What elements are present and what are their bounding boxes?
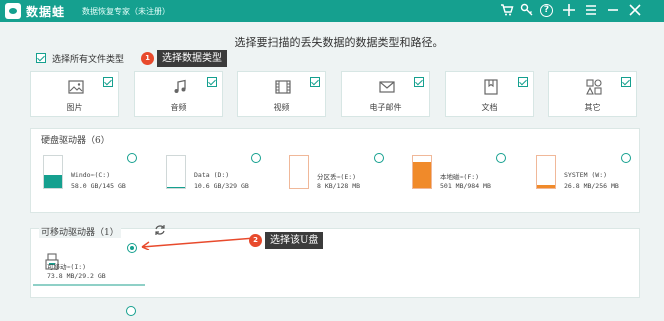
drive-size: 8 KB/128 MB [317, 182, 361, 190]
help-icon[interactable]: ? [540, 4, 553, 17]
drive-c[interactable]: Windo⋯(C:) 58.0 GB/145 GB [43, 155, 153, 201]
file-type-checkbox[interactable] [310, 77, 320, 87]
hard-drive-section: 硬盘驱动器（6） Windo⋯(C:) 58.0 GB/145 GB Data … [30, 128, 640, 213]
drive-icon [289, 155, 309, 189]
drive-e[interactable]: 分区丢⋯(E:) 8 KB/128 MB [289, 155, 399, 201]
key-icon[interactable] [519, 3, 535, 19]
file-type-checkbox[interactable] [207, 77, 217, 87]
file-type-label: 电子邮件 [369, 103, 402, 112]
drive-f[interactable]: 本地磁⋯(F:) 501 MB/984 MB [412, 155, 522, 201]
drive-radio[interactable] [621, 153, 631, 163]
drive-w[interactable]: SYSTEM (W:) 26.8 MB/256 MB [536, 155, 646, 201]
drive-radio[interactable] [496, 153, 506, 163]
minimize-icon[interactable] [605, 3, 621, 19]
callout-arrow [141, 237, 256, 250]
callout-select-usb: 选择该U盘 [265, 232, 324, 249]
drive-name: 分区丢⋯(E:) [317, 173, 357, 181]
removable-drive-section: 可移动驱动器（1） 可移动⋯(I:) 73.8 MB/29.2 GB [30, 225, 640, 299]
callout-badge-2: 2 [249, 234, 262, 247]
drive-icon [412, 155, 432, 189]
drive-name: Data (D:) [194, 171, 230, 179]
file-type-video[interactable]: 视频 [237, 71, 326, 117]
plus-icon[interactable] [561, 3, 577, 19]
frog-logo-icon [5, 3, 21, 19]
close-icon[interactable] [627, 3, 643, 19]
file-type-other[interactable]: 其它 [548, 71, 637, 117]
document-icon [484, 79, 498, 95]
file-type-label: 图片 [66, 103, 83, 112]
file-type-audio[interactable]: 音频 [134, 71, 223, 117]
drive-radio[interactable] [251, 153, 261, 163]
file-type-email[interactable]: 电子邮件 [341, 71, 430, 117]
select-all-check-icon[interactable] [36, 53, 46, 63]
select-all-label: 选择所有文件类型 [52, 54, 125, 65]
image-icon [68, 80, 84, 94]
drive-icon [166, 155, 186, 189]
instruction-text: 选择要扫描的丢失数据的数据类型和路径。 [234, 36, 444, 49]
hard-drive-section-title: 硬盘驱动器（6） [41, 136, 110, 146]
file-type-label: 音频 [170, 103, 187, 112]
drive-size: 73.8 MB/29.2 GB [47, 272, 106, 280]
other-icon [586, 79, 602, 95]
callout-select-data-type: 选择数据类型 [157, 50, 227, 67]
drive-icon [43, 155, 63, 189]
email-icon [379, 81, 395, 93]
file-type-document[interactable]: 文档 [445, 71, 534, 117]
removable-section-title: 可移动驱动器（1） [39, 225, 121, 238]
app-subtitle: 数据恢复专家（未注册） [82, 7, 170, 16]
app-name: 数据蛙 [26, 5, 66, 19]
drive-name: Windo⋯(C:) [71, 171, 111, 179]
drive-name: 可移动⋯(I:) [47, 263, 87, 271]
drive-usage-fill [537, 184, 555, 188]
cart-icon[interactable] [499, 3, 515, 19]
drive-usage-fill [167, 187, 185, 188]
select-all-checkbox[interactable]: 选择所有文件类型 [36, 51, 124, 65]
drive-d[interactable]: Data (D:) 10.6 GB/329 GB [166, 155, 276, 201]
drive-usage-fill [44, 175, 62, 188]
drive-size: 501 MB/984 MB [440, 182, 491, 190]
drive-name: 本地磁⋯(F:) [440, 173, 480, 181]
drive-radio[interactable] [127, 153, 137, 163]
file-type-label: 视频 [273, 103, 290, 112]
file-type-checkbox[interactable] [414, 77, 424, 87]
drive-radio[interactable] [374, 153, 384, 163]
file-type-checkbox[interactable] [621, 77, 631, 87]
drive-usage-fill [413, 162, 431, 188]
file-type-checkbox[interactable] [518, 77, 528, 87]
menu-icon[interactable] [583, 3, 599, 19]
drive-name: SYSTEM (W:) [564, 171, 608, 179]
file-type-checkbox[interactable] [103, 77, 113, 87]
drive-size: 10.6 GB/329 GB [194, 182, 249, 190]
next-drive-radio[interactable] [126, 306, 136, 316]
file-type-grid: 图片 音频 视频 电子邮件 文档 其它 [30, 71, 638, 121]
video-icon [275, 80, 291, 94]
music-icon [174, 79, 186, 93]
drive-usb[interactable]: 可移动⋯(I:) 73.8 MB/29.2 GB [43, 253, 153, 299]
drive-icon [536, 155, 556, 189]
drive-size: 58.0 GB/145 GB [71, 182, 126, 190]
file-type-label: 文档 [481, 103, 498, 112]
file-type-image[interactable]: 图片 [30, 71, 119, 117]
callout-badge-1: 1 [141, 52, 154, 65]
selected-drive-underline [33, 284, 145, 286]
title-bar: 数据蛙 数据恢复专家（未注册） ? [0, 0, 664, 22]
file-type-label: 其它 [584, 103, 601, 112]
drive-size: 26.8 MB/256 MB [564, 182, 619, 190]
